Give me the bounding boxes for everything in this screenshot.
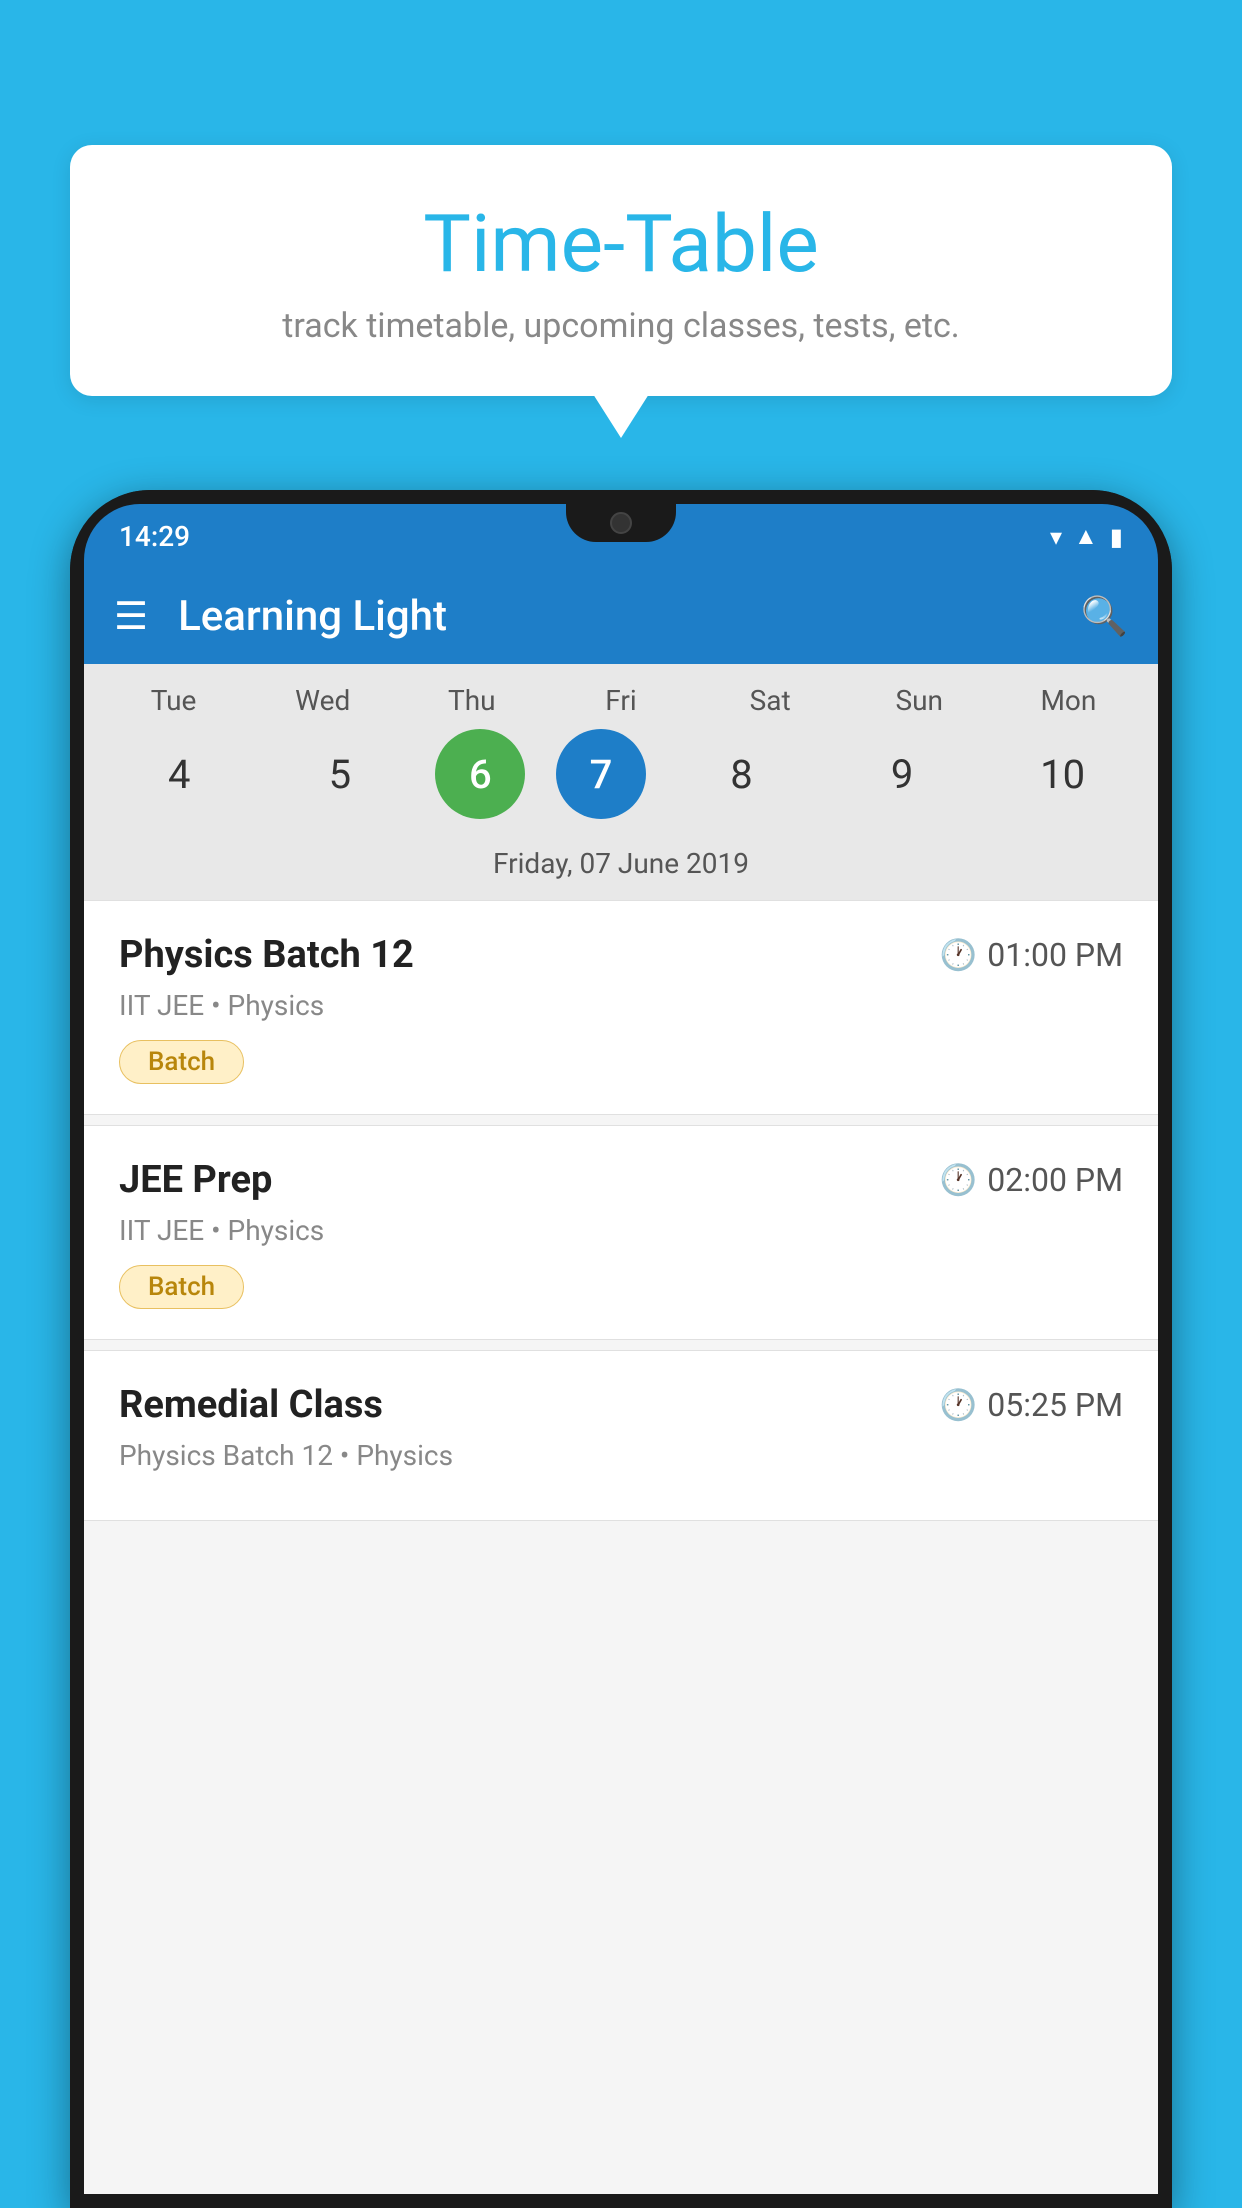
phone-outer: 14:29 ▾ ▲ ▮ ☰ Learning Light 🔍 [70, 490, 1172, 2208]
event-time-value-3: 05:25 PM [987, 1386, 1123, 1424]
events-list: Physics Batch 12 🕐 01:00 PM IIT JEE • Ph… [84, 900, 1158, 1521]
wifi-icon: ▾ [1050, 523, 1062, 551]
event-header-1: Physics Batch 12 🕐 01:00 PM [119, 933, 1123, 977]
day-name-thu: Thu [407, 684, 537, 717]
day-name-mon: Mon [1003, 684, 1133, 717]
menu-icon[interactable]: ☰ [114, 594, 148, 639]
day-name-wed: Wed [258, 684, 388, 717]
event-subtitle-1: IIT JEE • Physics [119, 989, 1123, 1022]
event-subtitle-3: Physics Batch 12 • Physics [119, 1439, 1123, 1472]
clock-icon-1: 🕐 [940, 938, 977, 973]
event-card-1[interactable]: Physics Batch 12 🕐 01:00 PM IIT JEE • Ph… [84, 900, 1158, 1115]
signal-icon: ▲ [1074, 522, 1098, 551]
app-bar: ☰ Learning Light 🔍 [84, 569, 1158, 664]
day-8[interactable]: 8 [677, 729, 807, 819]
camera [610, 512, 632, 534]
day-10[interactable]: 10 [998, 729, 1128, 819]
event-time-1: 🕐 01:00 PM [940, 936, 1123, 974]
day-name-sat: Sat [705, 684, 835, 717]
event-header-3: Remedial Class 🕐 05:25 PM [119, 1383, 1123, 1427]
day-name-sun: Sun [854, 684, 984, 717]
event-header-2: JEE Prep 🕐 02:00 PM [119, 1158, 1123, 1202]
event-time-2: 🕐 02:00 PM [940, 1161, 1123, 1199]
clock-icon-3: 🕐 [940, 1388, 977, 1423]
event-time-3: 🕐 05:25 PM [940, 1386, 1123, 1424]
calendar-strip: Tue Wed Thu Fri Sat Sun Mon 4 5 6 7 8 [84, 664, 1158, 900]
days-header: Tue Wed Thu Fri Sat Sun Mon [84, 684, 1158, 717]
day-name-fri: Fri [556, 684, 686, 717]
phone-inner: 14:29 ▾ ▲ ▮ ☰ Learning Light 🔍 [70, 490, 1172, 2208]
event-time-value-2: 02:00 PM [987, 1161, 1123, 1199]
event-subtitle-2: IIT JEE • Physics [119, 1214, 1123, 1247]
event-badge-1: Batch [119, 1040, 244, 1084]
notch [566, 504, 676, 542]
event-badge-2: Batch [119, 1265, 244, 1309]
event-title-3: Remedial Class [119, 1383, 383, 1427]
status-icons: ▾ ▲ ▮ [1050, 522, 1123, 551]
day-6-today[interactable]: 6 [435, 729, 525, 819]
event-time-value-1: 01:00 PM [987, 936, 1123, 974]
status-bar: 14:29 ▾ ▲ ▮ [84, 504, 1158, 569]
bubble-title: Time-Table [130, 200, 1112, 288]
speech-bubble-container: Time-Table track timetable, upcoming cla… [70, 145, 1172, 396]
event-title-1: Physics Batch 12 [119, 933, 414, 977]
day-7-selected[interactable]: 7 [556, 729, 646, 819]
screen-content: Tue Wed Thu Fri Sat Sun Mon 4 5 6 7 8 [84, 664, 1158, 2194]
bubble-subtitle: track timetable, upcoming classes, tests… [130, 306, 1112, 346]
event-card-3[interactable]: Remedial Class 🕐 05:25 PM Physics Batch … [84, 1350, 1158, 1521]
day-9[interactable]: 9 [837, 729, 967, 819]
app-title: Learning Light [178, 592, 1081, 641]
event-title-2: JEE Prep [119, 1158, 272, 1202]
clock-icon-2: 🕐 [940, 1163, 977, 1198]
status-time: 14:29 [119, 520, 190, 553]
day-4[interactable]: 4 [114, 729, 244, 819]
day-5[interactable]: 5 [275, 729, 405, 819]
event-card-2[interactable]: JEE Prep 🕐 02:00 PM IIT JEE • Physics Ba… [84, 1125, 1158, 1340]
search-icon[interactable]: 🔍 [1081, 595, 1128, 639]
selected-date-label: Friday, 07 June 2019 [84, 837, 1158, 900]
days-numbers: 4 5 6 7 8 9 10 [84, 729, 1158, 819]
speech-bubble: Time-Table track timetable, upcoming cla… [70, 145, 1172, 396]
phone-frame: 14:29 ▾ ▲ ▮ ☰ Learning Light 🔍 [70, 490, 1172, 2208]
battery-icon: ▮ [1110, 523, 1123, 551]
day-name-tue: Tue [109, 684, 239, 717]
